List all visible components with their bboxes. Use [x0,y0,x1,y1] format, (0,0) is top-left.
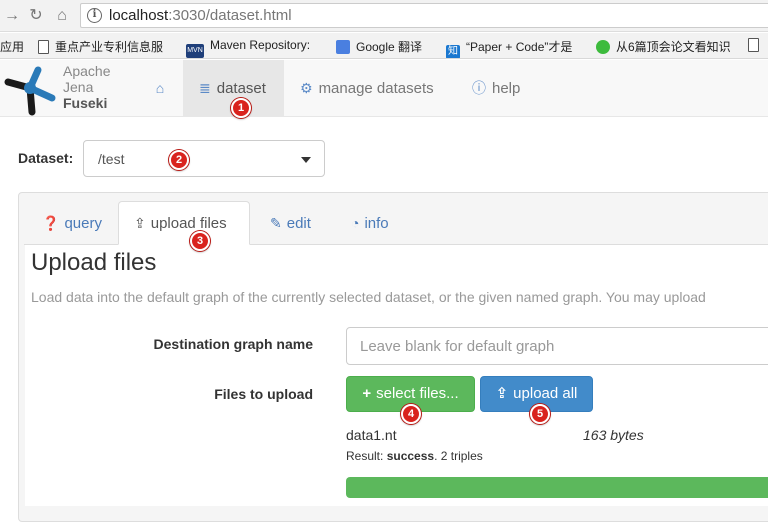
tab-info[interactable]: ◔ info [336,201,404,245]
url-path: :3030/dataset.html [168,7,292,24]
tab-edit[interactable]: ✎ edit [255,201,326,245]
file-size: 163 bytes [583,427,644,443]
bookmark-label: 应用 [0,40,25,54]
tab-upload-files[interactable]: ⇪ upload files [118,201,250,245]
cogs-icon: ⚙ [300,80,313,96]
google-translate-icon [336,40,350,54]
bookmark-label: Maven Repository: [210,38,311,52]
tab-info-label: info [364,215,389,232]
nav-manage-label: manage datasets [318,80,434,97]
marker-4: 4 [401,404,421,424]
bookmark-more[interactable] [748,38,765,52]
bookmark-label: 从6篇顶会论文看知识 [616,40,731,54]
bookmark-paper-code[interactable]: 知 “Paper + Code”才是 [446,38,573,58]
result-status: success [386,449,435,463]
fuseki-logo-icon [4,66,56,116]
back-arrow-icon[interactable]: → [2,6,22,26]
dataset-label: Dataset: [18,150,74,166]
upload-progress-bar [346,477,768,498]
nav-help-label: help [492,80,521,97]
bookmark-kg-papers[interactable]: 从6篇顶会论文看知识 [596,38,731,55]
caret-down-icon [301,157,311,163]
document-icon [38,40,49,54]
dashboard-icon: ◔ [351,215,360,231]
logo-line-jena: Jena [63,79,94,95]
question-circle-icon: ❓ [42,215,60,231]
files-to-upload-label: Files to upload [214,386,313,402]
upload-result: Result: success. 2 triples [346,449,483,463]
tab-query-label: query [64,215,102,232]
bookmark-google-translate[interactable]: Google 翻译 [336,38,422,55]
info-circle-icon: ⓘ [472,80,486,96]
bookmark-label: “Paper + Code”才是 [466,40,573,54]
result-prefix: Result: [346,449,384,463]
dataset-select-value: /test [98,151,125,167]
destination-graph-placeholder: Leave blank for default graph [360,338,555,355]
nav-home[interactable]: ⌂ [137,60,183,116]
upload-icon: ⇪ [495,385,509,402]
marker-5: 5 [530,404,550,424]
reload-icon[interactable]: ↻ [26,6,46,26]
result-suffix: . 2 triples [434,449,483,463]
zhihu-icon: 知 [446,45,460,58]
database-icon: ≣ [199,80,211,96]
nav-help[interactable]: ⓘ help [472,60,520,116]
tab-upload-label: upload files [150,215,227,232]
upload-all-label: upload all [513,385,578,402]
file-name: data1.nt [346,427,397,443]
bookmark-label: Google 翻译 [356,40,423,54]
bookmarks-bar: 应用 重点产业专利信息服 MVN Maven Repository: Google… [0,33,768,59]
bookmark-label: 重点产业专利信息服 [55,40,164,54]
tab-edit-label: edit [286,215,311,232]
home-icon[interactable]: ⌂ [52,6,72,26]
url-input[interactable]: i localhost:3030/dataset.html [80,3,768,28]
dataset-select[interactable]: /test [83,140,325,177]
destination-graph-input[interactable]: Leave blank for default graph [346,327,768,365]
bookmark-apps[interactable]: 应用 [0,38,24,55]
edit-icon: ✎ [270,215,282,231]
browser-address-bar: → ↻ ⌂ i localhost:3030/dataset.html [0,0,768,32]
logo-text: Apache Jena Fuseki [63,63,110,111]
logo-line-apache: Apache [63,63,111,79]
bookmark-patent[interactable]: 重点产业专利信息服 [38,38,163,55]
logo-line-fuseki: Fuseki [63,95,108,111]
maven-icon: MVN [186,44,204,58]
plus-icon: + [362,385,372,402]
marker-2: 2 [169,150,189,170]
home-icon: ⌂ [155,80,165,96]
nav-dataset-label: dataset [216,80,266,97]
url-host: localhost [109,7,169,24]
document-icon [748,38,759,52]
bookmark-maven[interactable]: MVN Maven Repository: [186,38,310,58]
destination-graph-label: Destination graph name [153,336,313,352]
upload-help-text: Load data into the default graph of the … [31,289,706,305]
select-files-label: select files... [376,385,459,402]
tab-query[interactable]: ❓ query [27,201,117,245]
upload-icon: ⇪ [134,215,146,231]
app-navbar: Apache Jena Fuseki ⌂ ≣ dataset ⚙ manage da… [0,60,768,117]
marker-3: 3 [190,231,210,251]
upload-heading: Upload files [31,249,157,276]
wechat-icon [596,40,610,54]
nav-manage-datasets[interactable]: ⚙ manage datasets [300,60,434,116]
info-icon[interactable]: i [87,8,102,23]
marker-1: 1 [231,98,251,118]
url-text: localhost:3030/dataset.html [109,7,292,24]
